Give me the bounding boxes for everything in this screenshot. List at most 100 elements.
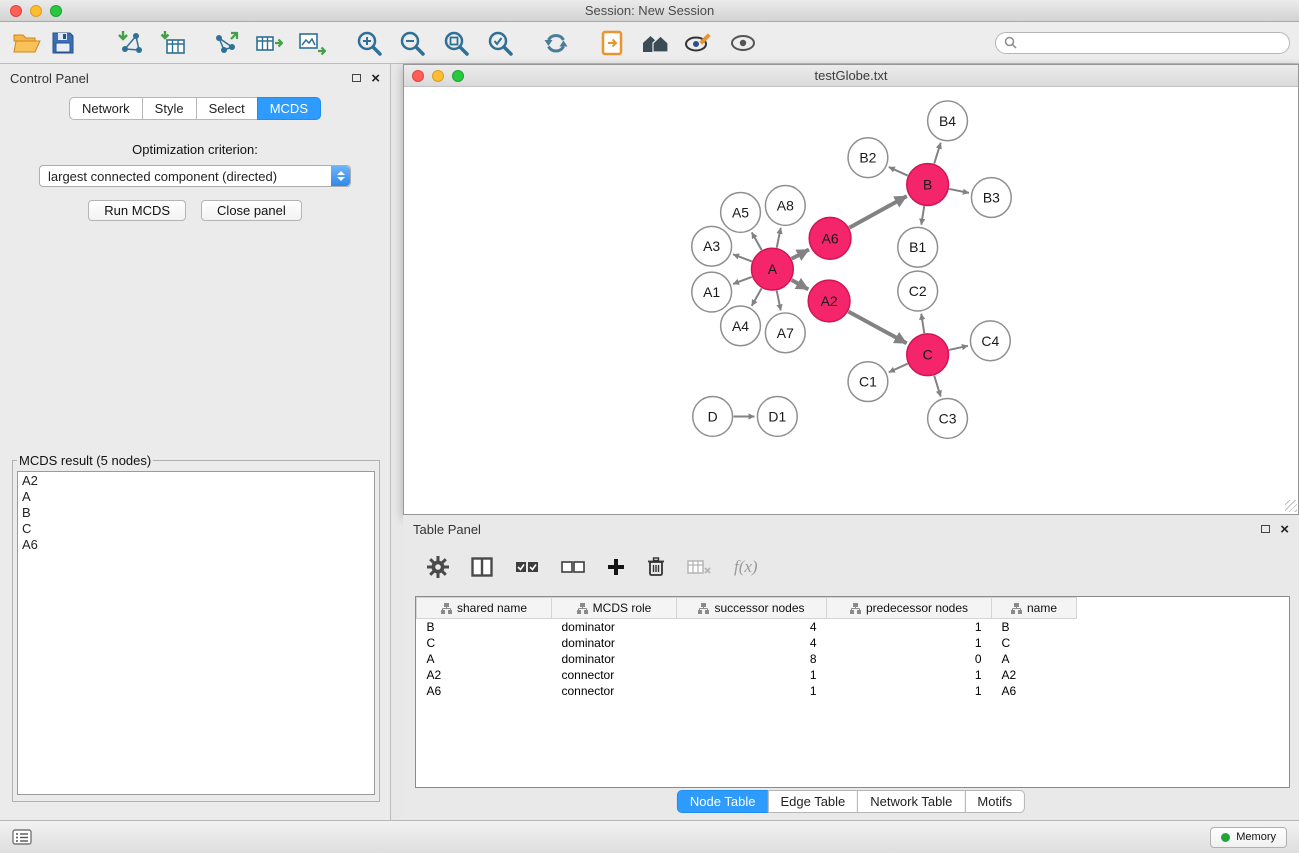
- table-cell[interactable]: A: [992, 651, 1077, 667]
- save-session-icon[interactable]: [50, 30, 76, 56]
- table-cell[interactable]: 1: [827, 667, 992, 683]
- graph-node[interactable]: A7: [765, 313, 805, 353]
- table-row[interactable]: Bdominator41B: [417, 619, 1290, 635]
- table-cell[interactable]: 1: [827, 683, 992, 699]
- function-builder-button[interactable]: f(x): [734, 557, 758, 577]
- graph-edge[interactable]: [934, 376, 940, 397]
- table-cell[interactable]: connector: [552, 683, 677, 699]
- import-table-icon[interactable]: [158, 30, 186, 56]
- graph-edge[interactable]: [949, 346, 968, 350]
- table-cell[interactable]: 1: [677, 683, 827, 699]
- network-graph[interactable]: B4B2BB3A5A8A6A3B1AC2A1A2A4A7C4CC1C3DD1: [404, 87, 1298, 513]
- tab-network[interactable]: Network: [69, 97, 143, 120]
- table-cell[interactable]: 0: [827, 651, 992, 667]
- table-cell[interactable]: B: [417, 619, 552, 635]
- graph-edge[interactable]: [752, 232, 762, 250]
- graph-edge[interactable]: [889, 364, 908, 373]
- table-cell[interactable]: B: [992, 619, 1077, 635]
- table-row[interactable]: A6connector11A6: [417, 683, 1290, 699]
- graph-edge[interactable]: [849, 196, 906, 228]
- network-canvas[interactable]: B4B2BB3A5A8A6A3B1AC2A1A2A4A7C4CC1C3DD1: [404, 87, 1298, 513]
- export-image-icon[interactable]: [298, 30, 326, 56]
- table-cell[interactable]: A: [417, 651, 552, 667]
- tab-motifs[interactable]: Motifs: [964, 790, 1025, 813]
- table-cell[interactable]: 1: [827, 619, 992, 635]
- home-icon[interactable]: [641, 31, 669, 55]
- network-minimize-button[interactable]: [432, 70, 444, 82]
- graph-node[interactable]: B3: [971, 178, 1011, 218]
- minimize-window-button[interactable]: [30, 5, 42, 17]
- graph-edge[interactable]: [791, 280, 808, 289]
- table-cell[interactable]: 4: [677, 635, 827, 651]
- graph-node[interactable]: A: [751, 248, 793, 290]
- import-network-icon[interactable]: [116, 30, 144, 56]
- graph-edge[interactable]: [889, 167, 908, 176]
- graph-node[interactable]: B2: [848, 138, 888, 178]
- graph-node[interactable]: A2: [808, 280, 850, 322]
- graph-edge[interactable]: [792, 250, 809, 259]
- graph-edge[interactable]: [921, 314, 924, 334]
- export-network-icon[interactable]: [212, 30, 240, 56]
- table-cell[interactable]: dominator: [552, 619, 677, 635]
- graph-edge[interactable]: [777, 228, 781, 248]
- column-header[interactable]: predecessor nodes: [827, 598, 992, 619]
- table-cell[interactable]: connector: [552, 667, 677, 683]
- table-cell[interactable]: dominator: [552, 635, 677, 651]
- graph-node[interactable]: A4: [721, 306, 761, 346]
- tab-style[interactable]: Style: [142, 97, 197, 120]
- criterion-dropdown[interactable]: largest connected component (directed): [39, 165, 351, 187]
- mcds-result-list[interactable]: A2ABCA6: [17, 471, 375, 795]
- network-zoom-button[interactable]: [452, 70, 464, 82]
- table-cell[interactable]: C: [992, 635, 1077, 651]
- graph-node[interactable]: C4: [970, 321, 1010, 361]
- graph-edge[interactable]: [777, 291, 781, 311]
- column-header[interactable]: successor nodes: [677, 598, 827, 619]
- tab-edge-table[interactable]: Edge Table: [767, 790, 858, 813]
- mcds-result-item[interactable]: C: [22, 521, 370, 537]
- task-history-icon[interactable]: [12, 829, 32, 845]
- delete-column-icon[interactable]: [647, 557, 665, 577]
- graph-node[interactable]: B1: [898, 227, 938, 267]
- table-cell[interactable]: C: [417, 635, 552, 651]
- graph-node[interactable]: C: [907, 334, 949, 376]
- select-all-icon[interactable]: [515, 560, 539, 574]
- graph-node[interactable]: C2: [898, 271, 938, 311]
- open-document-icon[interactable]: [600, 30, 624, 56]
- graph-edge[interactable]: [733, 277, 752, 284]
- network-close-button[interactable]: [412, 70, 424, 82]
- search-box[interactable]: [995, 32, 1290, 54]
- table-cell[interactable]: A6: [992, 683, 1077, 699]
- table-row[interactable]: Cdominator41C: [417, 635, 1290, 651]
- run-mcds-button[interactable]: Run MCDS: [88, 200, 186, 221]
- table-cell[interactable]: 8: [677, 651, 827, 667]
- close-window-button[interactable]: [10, 5, 22, 17]
- settings-gear-icon[interactable]: [427, 556, 449, 578]
- network-window-titlebar[interactable]: testGlobe.txt: [404, 65, 1298, 87]
- delete-table-icon[interactable]: [687, 559, 712, 575]
- zoom-in-icon[interactable]: [354, 29, 384, 57]
- mcds-result-item[interactable]: B: [22, 505, 370, 521]
- column-header[interactable]: name: [992, 598, 1077, 619]
- mcds-result-item[interactable]: A2: [22, 473, 370, 489]
- graph-node[interactable]: D: [693, 397, 733, 437]
- tab-network-table[interactable]: Network Table: [857, 790, 965, 813]
- search-input[interactable]: [1022, 35, 1281, 50]
- close-panel-icon[interactable]: ×: [371, 71, 380, 86]
- window-titlebar[interactable]: Session: New Session: [0, 0, 1299, 22]
- graph-edge[interactable]: [921, 206, 924, 225]
- graph-node[interactable]: C1: [848, 362, 888, 402]
- table-cell[interactable]: A2: [992, 667, 1077, 683]
- table-cell[interactable]: 1: [827, 635, 992, 651]
- graph-edge[interactable]: [752, 288, 762, 306]
- graph-node[interactable]: B: [907, 164, 949, 206]
- graph-node[interactable]: A3: [692, 226, 732, 266]
- column-header[interactable]: MCDS role: [552, 598, 677, 619]
- table-cell[interactable]: dominator: [552, 651, 677, 667]
- tab-node-table[interactable]: Node Table: [677, 790, 769, 813]
- refresh-layout-icon[interactable]: [542, 30, 570, 56]
- float-table-panel-icon[interactable]: [1261, 525, 1270, 533]
- table-cell[interactable]: A2: [417, 667, 552, 683]
- open-network-icon[interactable]: [12, 30, 42, 56]
- graph-node[interactable]: A1: [692, 272, 732, 312]
- float-panel-icon[interactable]: [352, 74, 361, 82]
